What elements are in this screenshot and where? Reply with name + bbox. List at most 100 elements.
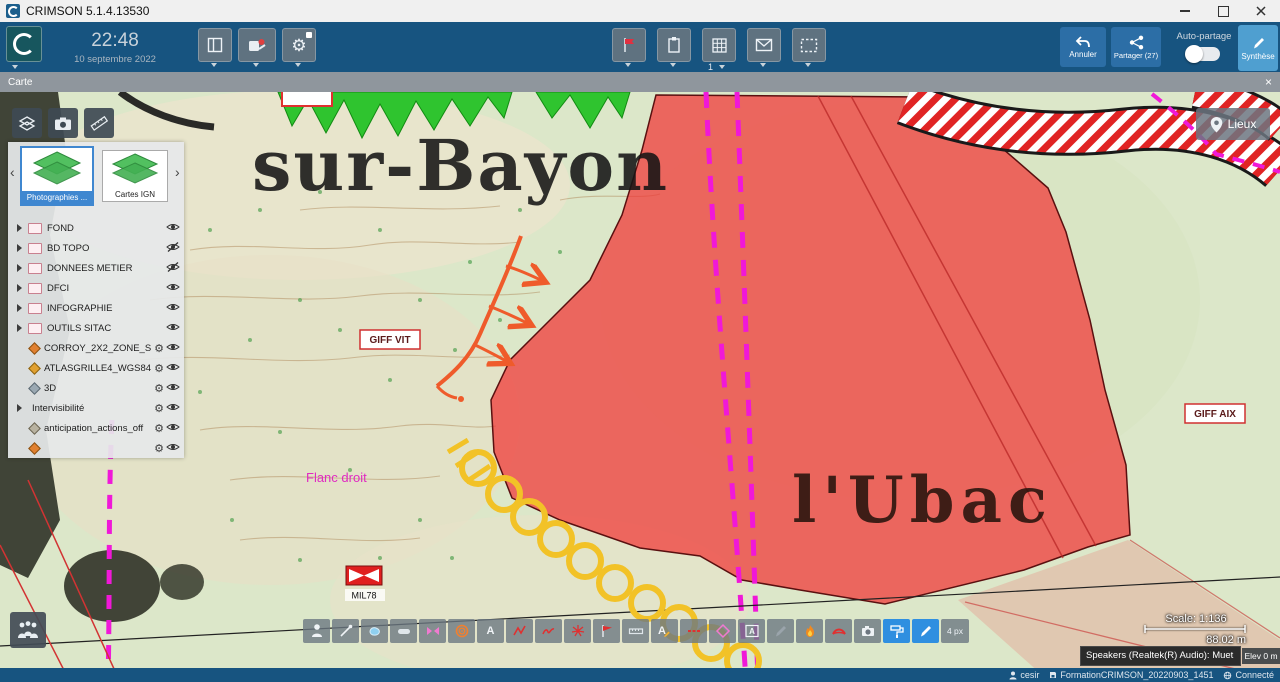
eye-icon[interactable]	[166, 339, 184, 357]
freehand-tool-button[interactable]	[535, 619, 562, 643]
layer-row-atlasgrille[interactable]: ATLASGRILLE4_WGS84 ⚙	[8, 358, 184, 378]
expander-icon[interactable]	[17, 304, 22, 312]
tab-carte[interactable]: Carte	[8, 77, 32, 88]
layer-gear-icon[interactable]: ⚙	[152, 362, 166, 375]
expander-icon[interactable]	[17, 404, 22, 412]
grid-button[interactable]	[702, 28, 736, 62]
giff-aix-label[interactable]: GIFF AIX	[1185, 404, 1245, 423]
sector-tool-button[interactable]	[419, 619, 446, 643]
flanc-droit-label[interactable]: Flanc droit	[306, 470, 367, 485]
expander-icon[interactable]	[17, 324, 22, 332]
screenshot-button[interactable]	[48, 108, 78, 138]
cleanup-button[interactable]	[238, 28, 276, 62]
arc-tool-button[interactable]	[825, 619, 852, 643]
layer-row-dfci[interactable]: DFCI	[8, 278, 184, 298]
edit-tool-button[interactable]	[767, 619, 794, 643]
eye-slash-icon[interactable]	[166, 259, 184, 277]
area-tool-button[interactable]	[361, 619, 388, 643]
layer-row-bd-topo[interactable]: BD TOPO	[8, 238, 184, 258]
target-tool-button[interactable]	[448, 619, 475, 643]
flag-tool-button[interactable]	[593, 619, 620, 643]
text-tool-button[interactable]: A	[477, 619, 504, 643]
eraser-tool-button[interactable]	[390, 619, 417, 643]
synthese-button[interactable]: Synthèse	[1238, 25, 1278, 71]
unit-tool-button[interactable]	[303, 619, 330, 643]
expander-icon[interactable]	[17, 284, 22, 292]
eye-icon[interactable]	[166, 299, 184, 317]
eye-icon[interactable]	[166, 419, 184, 437]
layer-gear-icon[interactable]: ⚙	[152, 382, 166, 395]
message-caret[interactable]	[760, 63, 766, 67]
layer-gear-icon[interactable]: ⚙	[152, 342, 166, 355]
expander-icon[interactable]	[17, 244, 22, 252]
basemap-next-icon[interactable]: ›	[175, 164, 180, 180]
polyline-tool-button[interactable]	[506, 619, 533, 643]
selection-caret[interactable]	[805, 63, 811, 67]
snapshot-tool-button[interactable]	[854, 619, 881, 643]
poi-caret[interactable]	[625, 63, 631, 67]
textbox-tool-button[interactable]: A	[738, 619, 765, 643]
layer-row-fond[interactable]: FOND	[8, 218, 184, 238]
layer-row-intervisibilite[interactable]: Intervisibilité ⚙	[8, 398, 184, 418]
maximize-button[interactable]	[1204, 0, 1242, 22]
app-menu-button[interactable]	[6, 26, 42, 62]
burst-tool-button[interactable]	[564, 619, 591, 643]
label-tool-button[interactable]: A	[651, 619, 678, 643]
diamond-tool-button[interactable]	[709, 619, 736, 643]
poi-button[interactable]	[612, 28, 646, 62]
layer-row-corroy[interactable]: CORROY_2X2_ZONE_S... ⚙	[8, 338, 184, 358]
layout-caret[interactable]	[211, 63, 217, 67]
layer-row-anticipation[interactable]: anticipation_actions_off ⚙	[8, 418, 184, 438]
eye-icon[interactable]	[166, 399, 184, 417]
layer-gear-icon[interactable]: ⚙	[152, 422, 166, 435]
layer-row-infographie[interactable]: INFOGRAPHIE	[8, 298, 184, 318]
layer-row-donnees-metier[interactable]: DONNEES METIER	[8, 258, 184, 278]
selection-button[interactable]	[792, 28, 826, 62]
map-canvas[interactable]: sur-Bayon l'Ubac GIFF VIT GIFF AIX Flanc…	[0, 92, 1280, 668]
basemap-cartes-ign[interactable]: Cartes IGN	[102, 150, 168, 202]
giff-vit-label[interactable]: GIFF VIT	[360, 330, 420, 349]
line-tool-button[interactable]	[332, 619, 359, 643]
cleanup-caret[interactable]	[253, 63, 259, 67]
lieux-button[interactable]: Lieux	[1196, 108, 1270, 140]
clipboard-caret[interactable]	[670, 63, 676, 67]
clipboard-button[interactable]	[657, 28, 691, 62]
layer-row-unnamed[interactable]: ⚙	[8, 438, 184, 458]
settings-caret[interactable]	[295, 63, 301, 67]
basemap-photographies[interactable]: Photographies ...	[20, 146, 94, 206]
app-menu-caret[interactable]	[12, 65, 18, 69]
close-button[interactable]	[1242, 0, 1280, 22]
eye-slash-icon[interactable]	[166, 239, 184, 257]
undo-button[interactable]: Annuler	[1060, 27, 1106, 67]
eye-icon[interactable]	[166, 359, 184, 377]
mil78-symbol[interactable]: MIL78	[345, 566, 385, 601]
pencil-tool-button[interactable]	[912, 619, 939, 643]
autoshare-toggle[interactable]	[1186, 47, 1220, 61]
eye-icon[interactable]	[166, 379, 184, 397]
expander-icon[interactable]	[17, 264, 22, 272]
message-button[interactable]	[747, 28, 781, 62]
brush-size-chip[interactable]: 4 px	[941, 619, 969, 643]
minimize-button[interactable]	[1166, 0, 1204, 22]
eye-icon[interactable]	[166, 439, 184, 457]
layer-gear-icon[interactable]: ⚙	[152, 402, 166, 415]
flame-tool-button[interactable]	[796, 619, 823, 643]
ruler-tool-button[interactable]	[622, 619, 649, 643]
layer-row-outils-sitac[interactable]: OUTILS SITAC	[8, 318, 184, 338]
expander-icon[interactable]	[17, 224, 22, 232]
units-button[interactable]	[10, 612, 46, 648]
tab-close-icon[interactable]: ×	[1265, 75, 1272, 89]
dash-tool-button[interactable]	[680, 619, 707, 643]
measure-button[interactable]	[84, 108, 114, 138]
eye-icon[interactable]	[166, 219, 184, 237]
settings-button[interactable]: ⚙	[282, 28, 316, 62]
eye-icon[interactable]	[166, 279, 184, 297]
layers-button[interactable]	[12, 108, 42, 138]
layer-gear-icon[interactable]: ⚙	[152, 442, 166, 455]
layout-button[interactable]	[198, 28, 232, 62]
eye-icon[interactable]	[166, 319, 184, 337]
paint-tool-button[interactable]	[883, 619, 910, 643]
cutoff-label-box[interactable]	[282, 92, 332, 106]
layer-row-3d[interactable]: 3D ⚙	[8, 378, 184, 398]
basemap-prev-icon[interactable]: ‹	[10, 164, 15, 180]
